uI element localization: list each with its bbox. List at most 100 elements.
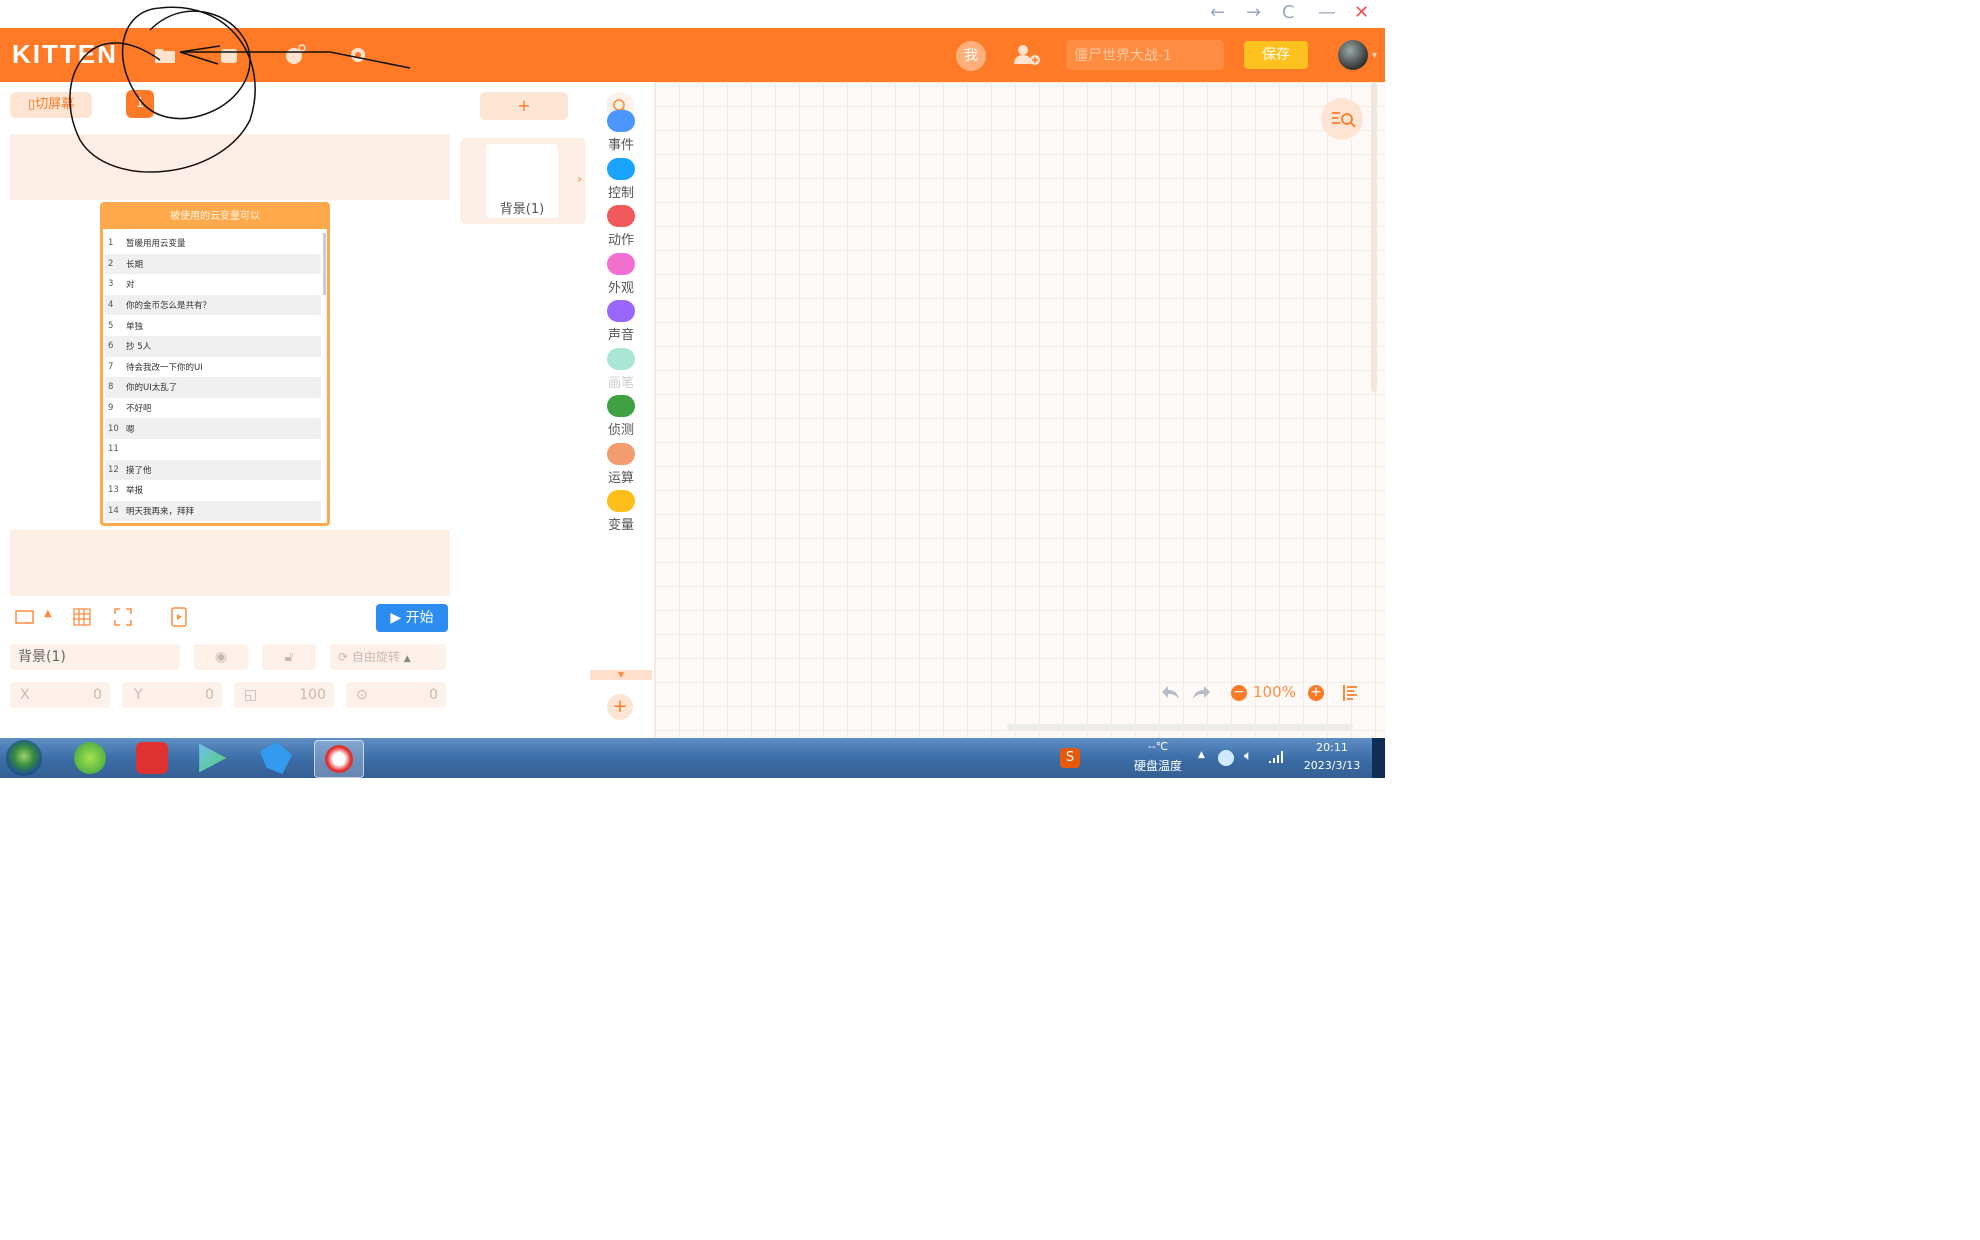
speaker-icon[interactable]: 🔈︎ bbox=[1244, 748, 1252, 764]
code-workspace[interactable]: − 100% + bbox=[655, 82, 1385, 738]
list-item-index: 6 bbox=[108, 341, 114, 352]
category-4[interactable]: 外观 bbox=[588, 252, 654, 296]
list-item-index: 10 bbox=[108, 423, 119, 434]
category-label: 画笔 bbox=[607, 375, 634, 391]
add-extension-button[interactable]: + bbox=[607, 694, 633, 720]
scene-tab-1[interactable]: 1 bbox=[126, 90, 154, 118]
help-icon[interactable] bbox=[282, 42, 308, 68]
tray-expand-icon[interactable]: ▲ bbox=[1198, 750, 1205, 760]
category-label: 事件 bbox=[607, 138, 634, 153]
folder-icon[interactable] bbox=[152, 42, 178, 68]
x-field[interactable]: X0 bbox=[10, 682, 110, 708]
category-2[interactable]: 控制 bbox=[588, 157, 654, 201]
chevron-down-icon[interactable]: ▾ bbox=[1372, 50, 1377, 61]
bird-app-icon[interactable] bbox=[260, 742, 292, 774]
zoom-out-button[interactable]: − bbox=[1231, 685, 1247, 701]
undo-icon[interactable] bbox=[1159, 682, 1181, 702]
size-field[interactable]: ◱ 100 bbox=[234, 682, 334, 708]
signal-icon[interactable] bbox=[1268, 750, 1284, 764]
list-item-text: 明天我再来，拜拜 bbox=[126, 507, 195, 518]
list-item[interactable]: 6 抄 5人 bbox=[105, 335, 321, 357]
list-scrollbar[interactable] bbox=[323, 233, 326, 295]
list-item[interactable]: 5 单独 bbox=[105, 315, 321, 336]
lock-toggle[interactable]: 🔓︎ bbox=[262, 644, 316, 670]
block-categories: 事件控制动作外观 声音画笔侦测 运算 变量 ▼ + bbox=[588, 82, 655, 738]
network-status-icon[interactable] bbox=[1218, 750, 1234, 766]
start-button[interactable]: ▶ 开始 bbox=[376, 604, 448, 632]
forward-icon[interactable]: → bbox=[1246, 2, 1261, 23]
fullscreen-icon[interactable] bbox=[112, 606, 134, 628]
save-button[interactable]: 保存 bbox=[1244, 41, 1308, 69]
list-item-text: 你的金币怎么是共有？ bbox=[126, 301, 212, 312]
category-9[interactable]: 变量 bbox=[588, 490, 654, 533]
category-6[interactable]: 画笔 bbox=[588, 347, 654, 391]
category-8[interactable]: 运算 bbox=[588, 442, 654, 486]
user-avatar[interactable] bbox=[1338, 40, 1368, 70]
minimize-button[interactable]: — bbox=[1318, 2, 1336, 23]
workspace-search-button[interactable] bbox=[1321, 98, 1363, 140]
category-label: 动作 bbox=[607, 233, 634, 248]
cloud-list-widget[interactable]: 被使用的云变量可以 1 暂暖用用云变量 2 长期 3 对 4 你的金币怎么是共有？ 5 单独 6 抄 … bbox=[100, 202, 330, 526]
play-icon: ▶ bbox=[390, 610, 402, 626]
add-collaborator-icon[interactable] bbox=[1012, 42, 1042, 68]
video-player-icon[interactable] bbox=[199, 743, 227, 773]
kitten-app-taskbar-button[interactable] bbox=[314, 740, 364, 778]
browser-icon[interactable] bbox=[74, 742, 106, 774]
align-blocks-icon[interactable] bbox=[1341, 683, 1361, 703]
add-background-button[interactable]: + bbox=[480, 92, 568, 120]
caret-up-icon[interactable]: ▲ bbox=[44, 608, 52, 619]
stage-canvas[interactable]: 被使用的云变量可以 1 暂暖用用云变量 2 长期 3 对 4 你的金币怎么是共有？ 5 单独 6 抄 … bbox=[10, 134, 450, 596]
category-icon bbox=[607, 205, 635, 227]
music-app-icon[interactable] bbox=[136, 742, 168, 774]
input-method-icon[interactable]: S bbox=[1060, 748, 1080, 768]
top-bar: KITTEN 我 保存 ▾ bbox=[0, 28, 1385, 82]
back-icon[interactable]: ← bbox=[1210, 2, 1225, 23]
list-item[interactable]: 3对 bbox=[105, 274, 321, 295]
close-button[interactable]: ✕ bbox=[1354, 2, 1369, 23]
category-icon bbox=[607, 490, 635, 512]
y-field[interactable]: Y0 bbox=[122, 682, 222, 708]
os-taskbar: S --℃ 硬盘温度 ▲ 🔈︎ 20:11 2023/3/13 bbox=[0, 738, 1385, 778]
category-7[interactable]: 侦测 bbox=[588, 395, 654, 438]
list-item-text: 摸了他 bbox=[126, 465, 152, 476]
category-scroll-down[interactable]: ▼ bbox=[590, 670, 652, 680]
stage-size-icon[interactable] bbox=[14, 606, 36, 628]
list-item[interactable]: 4 你的金币怎么是共有？ bbox=[105, 294, 321, 316]
list-item[interactable]: 8 你的UI太乱了 bbox=[105, 377, 321, 398]
list-item[interactable]: 7 待会我改一下你的UI bbox=[105, 357, 321, 378]
zoom-in-button[interactable]: + bbox=[1308, 685, 1324, 701]
list-item[interactable]: 9 不好吧 bbox=[105, 398, 321, 419]
list-item[interactable]: 10 嗯 bbox=[105, 418, 321, 439]
rotation-mode-select[interactable]: ⟳ 自由旋转 ▲ bbox=[330, 644, 446, 670]
workspace-horizontal-scrollbar[interactable] bbox=[1007, 724, 1353, 730]
list-item-index: 8 bbox=[108, 382, 114, 393]
list-item[interactable]: 2 长期 bbox=[105, 253, 321, 275]
category-1[interactable]: 事件 bbox=[588, 110, 654, 153]
category-3[interactable]: 动作 bbox=[588, 205, 654, 248]
grid-icon[interactable] bbox=[71, 606, 93, 628]
show-desktop-button[interactable] bbox=[1372, 738, 1385, 778]
chevron-right-icon[interactable]: › bbox=[577, 172, 582, 186]
visibility-toggle[interactable]: ◉ bbox=[194, 644, 248, 670]
object-name-field[interactable] bbox=[10, 644, 180, 670]
me-badge[interactable]: 我 bbox=[956, 41, 986, 71]
category-5[interactable]: 声音 bbox=[588, 300, 654, 343]
list-item[interactable]: 11 bbox=[105, 439, 321, 460]
present-icon[interactable] bbox=[168, 606, 190, 628]
workspace-vertical-scrollbar[interactable] bbox=[1371, 82, 1377, 392]
backpack-icon[interactable] bbox=[216, 42, 242, 68]
disk-temperature-label: 硬盘温度 bbox=[1133, 759, 1182, 773]
redo-icon[interactable] bbox=[1191, 682, 1213, 702]
list-item[interactable]: 14 明天我再来，拜拜 bbox=[105, 500, 321, 522]
list-item[interactable]: 12 摸了他 bbox=[105, 459, 321, 481]
list-item[interactable]: 1 暂暖用用云变量 bbox=[105, 233, 321, 254]
gear-icon[interactable] bbox=[346, 42, 372, 68]
list-item[interactable]: 13 举报 bbox=[105, 480, 321, 501]
refresh-icon[interactable]: C bbox=[1282, 2, 1295, 23]
start-menu-button[interactable] bbox=[6, 740, 42, 776]
screen-switch-button[interactable]: ▯切屏幕 bbox=[10, 92, 92, 118]
background-card[interactable]: 背景(1) › bbox=[460, 138, 586, 224]
project-name-input[interactable] bbox=[1066, 40, 1224, 70]
kitten-icon bbox=[325, 745, 353, 773]
direction-field[interactable]: ⊙ 0 bbox=[346, 682, 446, 708]
